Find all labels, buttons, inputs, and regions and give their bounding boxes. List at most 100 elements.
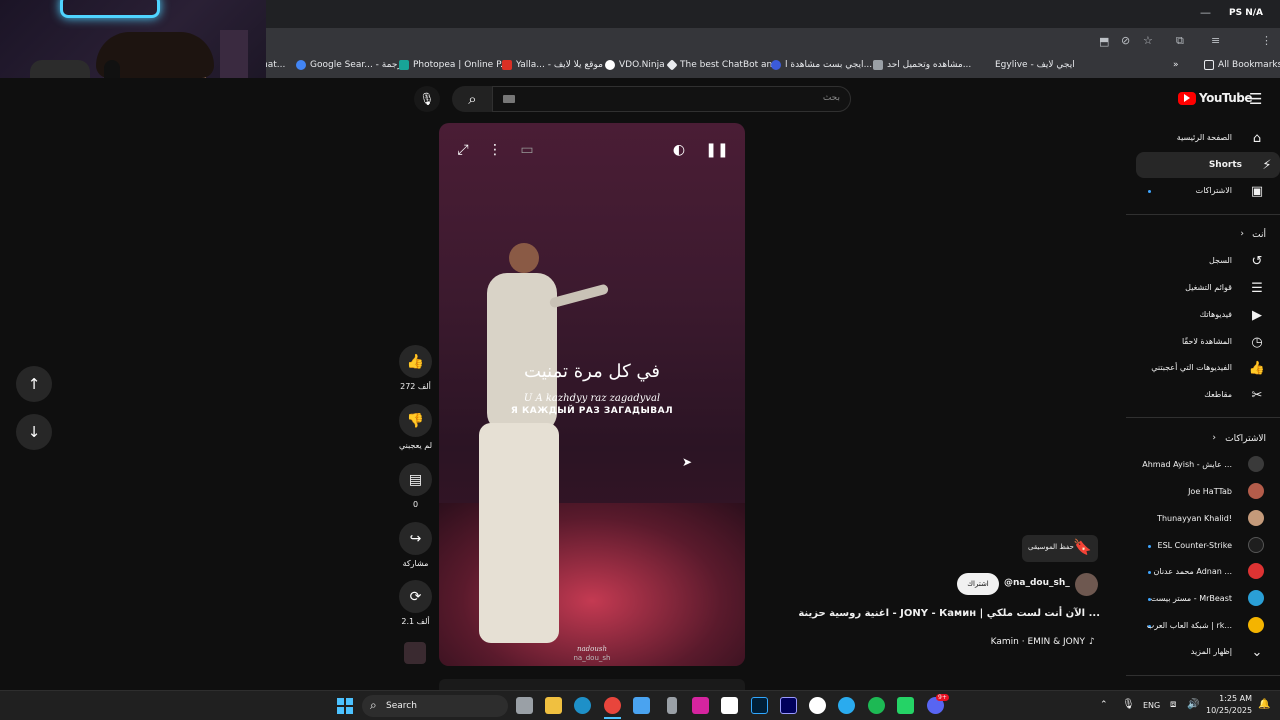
remix-button[interactable]: ⟳ (399, 580, 432, 613)
sidebar-item-history[interactable]: السجل ↺ (1126, 248, 1280, 274)
comments-button[interactable]: ▤ (399, 463, 432, 496)
task-view-icon[interactable] (516, 697, 533, 714)
bookmark-item[interactable]: مشاهده وتحميل احد... (873, 60, 971, 70)
sidebar-item-watch-later[interactable]: المشاهدة لاحقًا ◷ (1126, 329, 1280, 355)
sidebar-channel[interactable]: مستر بيست - MrBeast (1126, 586, 1280, 612)
bookmark-item[interactable]: ايجي بست مشاهدة ا... (771, 60, 872, 70)
spotify-icon[interactable] (868, 697, 885, 714)
channel-name: ESL Counter-Strike (1157, 541, 1232, 550)
more-options-button[interactable]: ⋮ (482, 137, 508, 163)
voice-search-button[interactable]: 🎙 (414, 86, 440, 112)
channel-handle[interactable]: @na_dou_sh_ (1004, 578, 1070, 588)
bookmark-label: Yalla... - موقع يلا لايف (516, 60, 603, 70)
new-content-dot (1148, 571, 1151, 574)
google-icon (296, 60, 306, 70)
sidebar-you-header[interactable]: أنت › (1126, 222, 1280, 248)
music-note-icon: ♪ (1089, 637, 1095, 647)
more-bookmarks-icon[interactable]: » (1173, 60, 1179, 70)
language-indicator[interactable]: ENG (1143, 701, 1160, 710)
telegram-icon[interactable] (838, 697, 855, 714)
music-thumbnail[interactable] (404, 642, 426, 664)
instagram-icon[interactable] (692, 697, 709, 714)
bookmark-item[interactable]: Google Sear... - ترجمة (296, 60, 405, 70)
taskbar-search-box[interactable]: ⌕ Search (362, 695, 508, 717)
liked-videos-icon: 👍 (1248, 360, 1266, 376)
capcut-icon[interactable] (721, 697, 738, 714)
sidebar-divider (1126, 214, 1280, 215)
edge-icon[interactable] (574, 697, 591, 714)
file-explorer-icon[interactable] (545, 697, 562, 714)
chrome-icon[interactable] (604, 697, 621, 714)
egybest-icon (771, 60, 781, 70)
all-bookmarks-button[interactable]: All Bookmarks (1204, 60, 1280, 70)
windows-start-icon[interactable] (337, 698, 353, 714)
install-app-icon[interactable]: ⬒ (1099, 35, 1109, 48)
network-icon[interactable]: ⧈ (1170, 699, 1176, 710)
subscriptions-icon: ▣ (1250, 183, 1264, 199)
sidebar-channel[interactable]: ESL Counter-Strike (1126, 533, 1280, 559)
tray-chevron-icon[interactable]: ⌃ (1100, 700, 1108, 710)
bookmark-item[interactable]: VDO.Ninja (605, 60, 665, 70)
bookmark-item[interactable]: The best ChatBot an... (666, 59, 781, 71)
volume-tray-icon[interactable]: 🔊 (1187, 699, 1199, 710)
messenger-icon[interactable] (809, 697, 826, 714)
sidebar-channel[interactable]: Ahmad Ayish - عايش ... (1126, 452, 1280, 478)
premiere-icon[interactable] (780, 697, 797, 714)
sidebar-item-liked-videos[interactable]: الفيديوهات التي أعجبتني 👍 (1126, 355, 1280, 381)
channel-avatar[interactable] (1075, 573, 1098, 596)
music-credit[interactable]: Kamin · EMIN & JONY (930, 637, 1085, 647)
sidebar-channel[interactable]: شبكة العاب العرب | rk... (1126, 613, 1280, 639)
volume-button[interactable]: ◐ (666, 137, 692, 163)
captions-icon: ▭ (520, 142, 534, 158)
browser-menu-icon[interactable]: ⋮ (1261, 34, 1272, 47)
like-button[interactable]: 👍 (399, 345, 432, 378)
keyboard-icon[interactable] (503, 95, 515, 103)
sidebar-channel[interactable]: Thunayyan Khalid! (1126, 506, 1280, 532)
sidebar-channel[interactable]: محمد عدنان Adnan ... (1126, 559, 1280, 585)
bookmark-item[interactable]: Yalla... - موقع يلا لايف (502, 60, 603, 70)
search-button[interactable]: ⌕ (452, 86, 493, 112)
pause-icon: ❚❚ (705, 142, 729, 158)
channel-avatar (1248, 617, 1264, 633)
bookmark-item[interactable]: Photopea | Online P... (399, 60, 509, 70)
clock-time[interactable]: 1:25 AM (1212, 694, 1252, 703)
bookmark-item[interactable]: Egylive - ايجي لايف (995, 60, 1075, 70)
short-title[interactable]: اغنية روسية حزينة - JONY - Камин | الآن … (790, 608, 1100, 619)
dislike-button[interactable]: 👎 (399, 404, 432, 437)
short-video-player[interactable]: في كل مرة تمنيت U A kazhdyy raz zagadyva… (439, 123, 745, 666)
sidebar-item-clips[interactable]: مقاطعك ✂ (1126, 382, 1280, 408)
sidebar-show-more[interactable]: إظهار المزيد ⌄ (1126, 639, 1280, 665)
channel-name: Ahmad Ayish - عايش ... (1142, 460, 1232, 469)
captions-button[interactable]: ▭ (514, 137, 540, 163)
minimize-button[interactable]: — (1200, 6, 1211, 19)
usb-icon[interactable] (667, 697, 677, 714)
previous-short-button[interactable]: ↑ (16, 366, 52, 402)
sidebar-item-shorts[interactable]: Shorts ⚡ (1136, 152, 1280, 178)
sidebar-channel[interactable]: Joe HaTTab (1126, 479, 1280, 505)
sidebar-subscriptions-header[interactable]: الاشتراكات › (1126, 426, 1280, 452)
store-icon[interactable] (633, 697, 650, 714)
microphone-tray-icon[interactable]: 🎙 (1122, 699, 1135, 710)
reading-list-icon[interactable]: ≡ (1211, 34, 1220, 47)
clock-date[interactable]: 10/25/2025 (1206, 706, 1252, 715)
chevron-down-icon: ⌄ (1251, 644, 1263, 660)
search-input[interactable]: بحث (492, 86, 851, 112)
fullscreen-button[interactable]: ⤢ (450, 137, 476, 163)
next-short-button[interactable]: ↓ (16, 414, 52, 450)
save-music-button[interactable]: حفظ الموسيقى 🔖 (1022, 535, 1098, 562)
volume-icon: ◐ (672, 142, 686, 158)
hide-icon[interactable]: ⊘ (1121, 34, 1130, 47)
channel-avatar (1248, 537, 1264, 553)
photoshop-icon[interactable] (751, 697, 768, 714)
notifications-icon[interactable]: 🔔 (1258, 699, 1270, 710)
bookmark-star-icon[interactable]: ☆ (1143, 34, 1153, 47)
whatsapp-icon[interactable] (897, 697, 914, 714)
extensions-icon[interactable]: ⧉ (1176, 34, 1184, 48)
sidebar-item-home[interactable]: الصفحة الرئيسية ⌂ (1126, 125, 1280, 151)
sidebar-item-subscriptions[interactable]: الاشتراكات ▣ (1126, 178, 1280, 204)
subscribe-button[interactable]: اشتراك (957, 573, 999, 595)
share-button[interactable]: ↪ (399, 522, 432, 555)
sidebar-item-playlists[interactable]: قوائم التشغيل ☰ (1126, 275, 1280, 301)
pause-button[interactable]: ❚❚ (704, 137, 730, 163)
sidebar-item-your-videos[interactable]: فيديوهاتك ▶ (1126, 302, 1280, 328)
